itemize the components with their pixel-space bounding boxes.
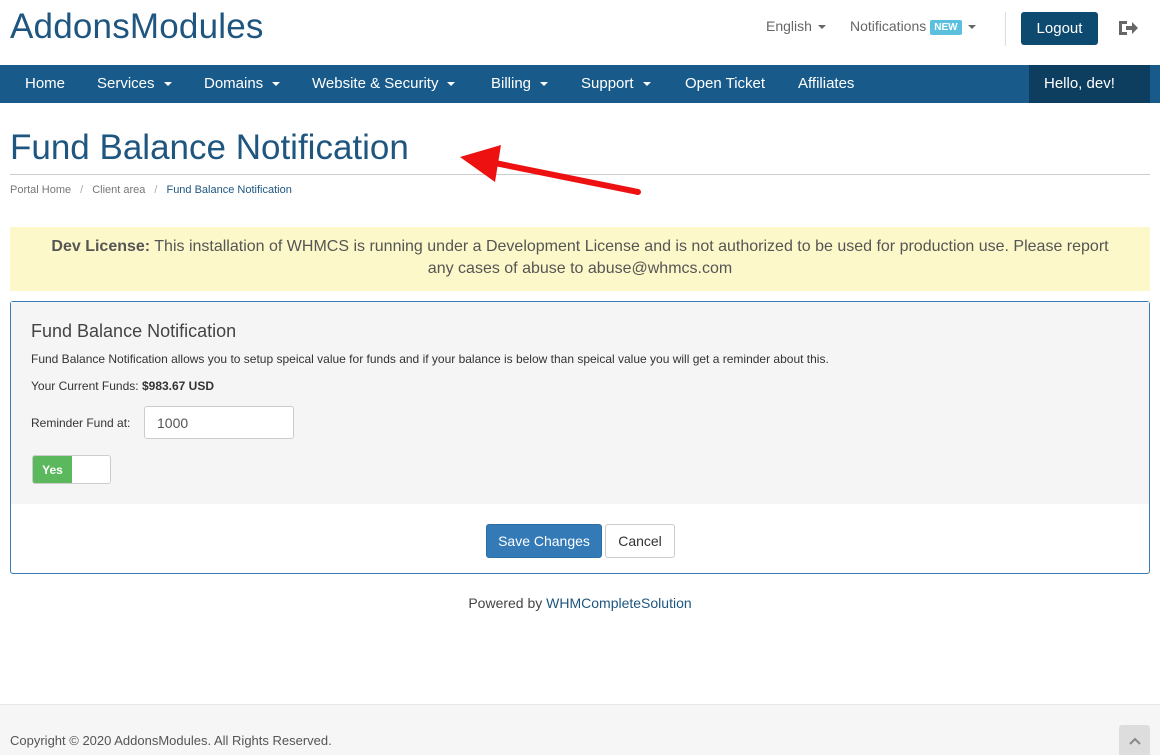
current-funds-value: $983.67 USD xyxy=(141,379,215,393)
new-badge: NEW xyxy=(930,20,962,35)
dev-license-text: This installation of WHMCS is running un… xyxy=(154,238,1109,277)
nav-item-label: Website & Security xyxy=(312,75,439,92)
header-divider xyxy=(1005,12,1006,46)
nav-item-label: Support xyxy=(581,75,634,92)
sign-out-icon[interactable] xyxy=(1117,17,1139,39)
panel-title: Fund Balance Notification xyxy=(31,321,237,341)
notifications-dropdown[interactable]: Notifications NEW xyxy=(850,18,976,35)
user-greeting: Hello, dev! xyxy=(1044,75,1115,92)
nav-item-services[interactable]: Services xyxy=(97,65,172,103)
reminder-toggle[interactable]: Yes xyxy=(32,455,111,484)
powered-by-link[interactable]: WHMCompleteSolution xyxy=(546,595,692,611)
chevron-down-icon xyxy=(540,82,549,87)
breadcrumb-client-area[interactable]: Client area xyxy=(92,184,145,196)
dev-license-label: Dev License: xyxy=(51,238,151,255)
annotation-arrow xyxy=(460,145,641,195)
dev-license-alert: Dev License: This installation of WHMCS … xyxy=(10,227,1150,291)
chevron-down-icon xyxy=(817,25,826,30)
logout-button[interactable]: Logout xyxy=(1021,12,1098,45)
nav-item-billing[interactable]: Billing xyxy=(491,65,549,103)
nav-item-label: Home xyxy=(25,75,66,92)
panel-body: Fund Balance Notification Fund Balance N… xyxy=(11,302,1149,504)
breadcrumb-separator: / xyxy=(80,184,84,196)
main-navbar: Home Services Domains Website & Security… xyxy=(0,65,1160,103)
nav-item-affiliates[interactable]: Affiliates xyxy=(798,65,854,103)
reminder-fund-label: Reminder Fund at: xyxy=(31,416,131,430)
nav-item-home[interactable]: Home xyxy=(25,65,65,103)
page-title: Fund Balance Notification xyxy=(10,128,409,167)
nav-item-label: Domains xyxy=(204,75,264,92)
nav-item-open-ticket[interactable]: Open Ticket xyxy=(685,65,765,103)
chevron-down-icon xyxy=(163,82,172,87)
chevron-down-icon xyxy=(272,82,281,87)
nav-item-support[interactable]: Support xyxy=(581,65,651,103)
current-funds-label: Your Current Funds: xyxy=(31,379,139,393)
breadcrumb-portal-home[interactable]: Portal Home xyxy=(10,184,71,196)
chevron-down-icon xyxy=(967,25,976,30)
chevron-up-icon xyxy=(1128,737,1141,745)
user-menu[interactable]: Hello, dev! xyxy=(1029,65,1150,103)
language-label: English xyxy=(766,18,812,34)
breadcrumb-current: Fund Balance Notification xyxy=(166,184,292,196)
site-header: AddonsModules English Notifications NEW L… xyxy=(0,0,1160,65)
nav-item-label: Services xyxy=(97,75,155,92)
site-logo[interactable]: AddonsModules xyxy=(10,7,264,47)
back-to-top-button[interactable] xyxy=(1119,725,1150,755)
nav-item-label: Billing xyxy=(491,75,532,92)
powered-by: Powered by WHMCompleteSolution xyxy=(0,595,1160,611)
language-dropdown[interactable]: English xyxy=(766,18,826,34)
nav-item-label: Open Ticket xyxy=(685,75,766,92)
breadcrumb-separator: / xyxy=(154,184,158,196)
current-funds: Your Current Funds: $983.67 USD xyxy=(31,379,214,393)
panel-description: Fund Balance Notification allows you to … xyxy=(31,352,829,366)
chevron-down-icon xyxy=(642,82,651,87)
save-changes-button[interactable]: Save Changes xyxy=(486,524,602,558)
breadcrumb: Portal Home / Client area / Fund Balance Not… xyxy=(10,184,292,196)
nav-item-domains[interactable]: Domains xyxy=(204,65,281,103)
fund-notification-panel: Fund Balance Notification Fund Balance N… xyxy=(10,301,1150,574)
toggle-on-label: Yes xyxy=(33,456,72,483)
powered-by-prefix: Powered by xyxy=(468,595,543,611)
site-footer: Copyright © 2020 AddonsModules. All Righ… xyxy=(0,704,1160,755)
nav-item-website-security[interactable]: Website & Security xyxy=(312,65,456,103)
notifications-label: Notifications xyxy=(850,18,927,34)
copyright-text: Copyright © 2020 AddonsModules. All Righ… xyxy=(10,733,332,748)
chevron-down-icon xyxy=(447,82,456,87)
nav-item-label: Affiliates xyxy=(798,75,855,92)
reminder-fund-input[interactable] xyxy=(144,406,294,439)
cancel-button[interactable]: Cancel xyxy=(605,524,675,558)
